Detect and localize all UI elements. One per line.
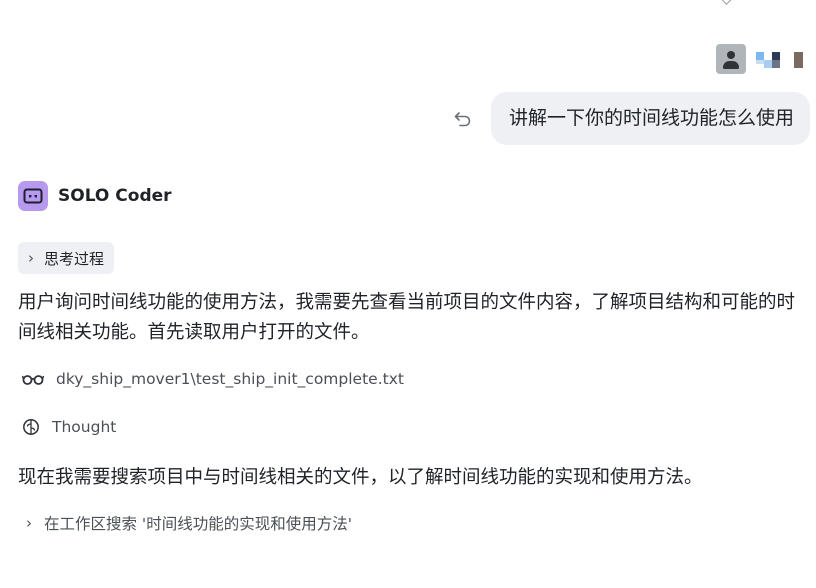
- user-header: [716, 44, 806, 74]
- chevron-right-icon: ›: [26, 514, 32, 532]
- thinking-process-toggle[interactable]: › 思考过程: [18, 242, 115, 274]
- agent-header: SOLO Coder: [18, 181, 172, 211]
- agent-paragraph-2: 现在我需要搜索项目中与时间线相关的文件，以了解时间线功能的实现和使用方法。: [18, 467, 703, 488]
- search-step-label: 在工作区搜索 '时间线功能的实现和使用方法': [44, 515, 352, 533]
- robot-icon: [18, 181, 48, 211]
- user-message-row: 讲解一下你的时间线功能怎么使用: [453, 92, 810, 145]
- file-path-label: dky_ship_mover1\test_ship_init_complete.…: [56, 370, 404, 388]
- read-file-step[interactable]: dky_ship_mover1\test_ship_init_complete.…: [22, 370, 404, 388]
- undo-icon[interactable]: [453, 109, 473, 129]
- brain-icon: [23, 419, 39, 435]
- thought-step[interactable]: Thought: [22, 418, 116, 436]
- thought-label: Thought: [52, 418, 117, 436]
- user-avatar-icon: [716, 44, 746, 74]
- agent-paragraph-1: 用户询问时间线功能的使用方法，我需要先查看当前项目的文件内容，了解项目结构和可能…: [18, 292, 796, 343]
- agent-name: SOLO Coder: [58, 186, 172, 206]
- collapse-chevron-icon[interactable]: [720, 0, 733, 5]
- thinking-label: 思考过程: [44, 249, 105, 268]
- user-name-pixelated: [756, 48, 806, 70]
- chevron-right-icon: ›: [28, 249, 34, 267]
- glasses-icon: [22, 375, 44, 385]
- chat-panel: 讲解一下你的时间线功能怎么使用 SOLO Coder › 思考过程 用户询问时间…: [0, 0, 816, 588]
- workspace-search-step[interactable]: › 在工作区搜索 '时间线功能的实现和使用方法': [26, 512, 352, 534]
- user-message-bubble: 讲解一下你的时间线功能怎么使用: [490, 92, 810, 145]
